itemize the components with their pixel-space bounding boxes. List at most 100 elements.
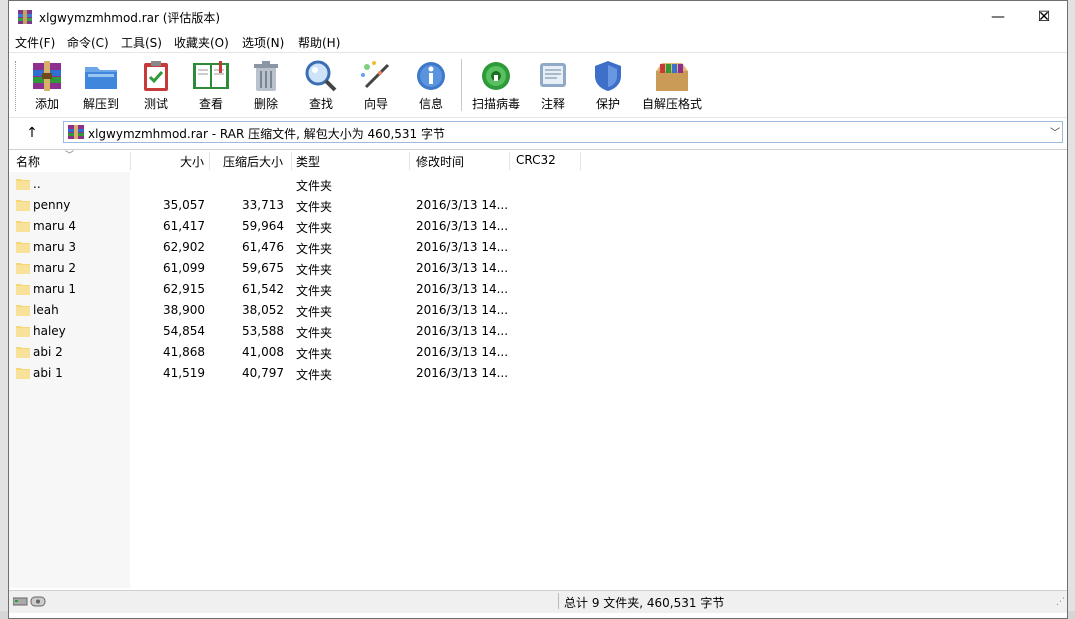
- arrow-up-icon: ↑: [26, 125, 38, 141]
- file-size: 41,519: [163, 366, 205, 380]
- file-packed-size: 53,588: [242, 324, 284, 338]
- file-type: 文件夹: [296, 284, 333, 298]
- toolbar-find-button[interactable]: 查找: [293, 57, 349, 115]
- file-row[interactable]: haley 54,854 53,588 文件夹 2016/3/13 14...: [9, 321, 609, 342]
- file-list: 名称 ﹀ 大小 压缩后大小 类型 修改时间 CRC32 .. 文件夹 penny 35…: [9, 149, 1067, 588]
- column-divider[interactable]: [409, 152, 410, 170]
- winrar-app-icon: [18, 10, 32, 24]
- up-folder-button[interactable]: ↑: [23, 124, 41, 142]
- column-header-crc[interactable]: CRC32: [516, 153, 556, 167]
- toolbar-sfx-button[interactable]: 自解压格式: [637, 57, 707, 115]
- status-bar: 总计 9 文件夹, 460,531 字节 ⋰: [9, 590, 1067, 613]
- address-field[interactable]: xlgwymzmhmod.rar - RAR 压缩文件, 解包大小为 460,5…: [63, 121, 1063, 143]
- column-divider[interactable]: [209, 152, 210, 170]
- background-desktop-left: [0, 0, 8, 619]
- shield-icon: [595, 61, 621, 91]
- toolbar-info-button[interactable]: 信息: [403, 57, 459, 115]
- rar-file-icon: [68, 125, 84, 139]
- file-type: 文件夹: [296, 263, 333, 277]
- file-name: leah: [33, 303, 59, 317]
- toolbar-comment-button[interactable]: 注释: [525, 57, 581, 115]
- file-row[interactable]: abi 1 41,519 40,797 文件夹 2016/3/13 14...: [9, 363, 609, 384]
- column-header-row: 名称 ﹀ 大小 压缩后大小 类型 修改时间 CRC32: [9, 150, 1067, 172]
- close-button[interactable]: ✕: [1021, 1, 1067, 32]
- file-size: 54,854: [163, 324, 205, 338]
- folder-icon: [16, 263, 30, 274]
- file-name: ..: [33, 177, 41, 191]
- trash-icon: [254, 61, 278, 91]
- file-size: 35,057: [163, 198, 205, 212]
- menu-favorites[interactable]: 收藏夹(O): [174, 34, 229, 51]
- folder-icon: [16, 200, 30, 211]
- folder-icon: [16, 347, 30, 358]
- wizard-wand-icon: [361, 61, 390, 89]
- folder-icon: [16, 284, 30, 295]
- toolbar-scan-virus-button[interactable]: 扫描病毒: [468, 57, 524, 115]
- toolbar-protect-button[interactable]: 保护: [580, 57, 636, 115]
- toolbar-separator: [461, 59, 462, 111]
- toolbar-delete-button[interactable]: 删除: [238, 57, 294, 115]
- file-row[interactable]: maru 2 61,099 59,675 文件夹 2016/3/13 14...: [9, 258, 609, 279]
- file-row[interactable]: maru 3 62,902 61,476 文件夹 2016/3/13 14...: [9, 237, 609, 258]
- file-size: 61,099: [163, 261, 205, 275]
- file-row[interactable]: penny 35,057 33,713 文件夹 2016/3/13 14...: [9, 195, 609, 216]
- column-divider[interactable]: [291, 152, 292, 170]
- resize-grip-icon[interactable]: ⋰: [1056, 597, 1065, 607]
- file-row[interactable]: .. 文件夹: [9, 174, 609, 195]
- title-bar[interactable]: xlgwymzmhmod.rar (评估版本) — ☐ ✕: [9, 1, 1067, 32]
- toolbar: 添加 解压到 测试 查看 删除 查找 向导 信息 扫描病毒 注释 保护 自解压格…: [9, 52, 1067, 118]
- file-name: abi 1: [33, 366, 63, 380]
- chevron-down-icon[interactable]: ﹀: [1050, 124, 1060, 139]
- menu-bar: 文件(F) 命令(C) 工具(S) 收藏夹(O) 选项(N) 帮助(H): [9, 32, 1067, 52]
- menu-help[interactable]: 帮助(H): [298, 34, 340, 51]
- column-header-modified[interactable]: 修改时间: [416, 153, 464, 170]
- file-row[interactable]: abi 2 41,868 41,008 文件夹 2016/3/13 14...: [9, 342, 609, 363]
- close-icon: ✕: [1038, 8, 1050, 25]
- info-icon: [417, 62, 445, 90]
- menu-commands[interactable]: 命令(C): [67, 34, 109, 51]
- file-modified: 2016/3/13 14...: [416, 345, 509, 359]
- file-packed-size: 40,797: [242, 366, 284, 380]
- folder-icon: [16, 368, 30, 379]
- column-divider[interactable]: [580, 152, 581, 170]
- file-row[interactable]: leah 38,900 38,052 文件夹 2016/3/13 14...: [9, 300, 609, 321]
- comment-icon: [540, 63, 566, 87]
- folder-icon: [16, 221, 30, 232]
- virus-scan-icon: [482, 62, 510, 90]
- column-divider[interactable]: [509, 152, 510, 170]
- file-packed-size: 38,052: [242, 303, 284, 317]
- file-name: abi 2: [33, 345, 63, 359]
- toolbar-view-label: 查看: [198, 97, 223, 111]
- toolbar-add-button[interactable]: 添加: [19, 57, 75, 115]
- file-type: 文件夹: [296, 179, 333, 193]
- view-book-icon: [193, 61, 229, 89]
- file-modified: 2016/3/13 14...: [416, 324, 509, 338]
- toolbar-delete-label: 删除: [253, 97, 278, 111]
- toolbar-view-button[interactable]: 查看: [183, 57, 239, 115]
- column-header-type[interactable]: 类型: [296, 153, 320, 170]
- column-header-name[interactable]: 名称: [16, 153, 40, 170]
- window-title: xlgwymzmhmod.rar (评估版本): [39, 11, 221, 25]
- folder-icon: [16, 242, 30, 253]
- status-icons: [12, 594, 47, 611]
- toolbar-scan-virus-label: 扫描病毒: [471, 97, 520, 111]
- menu-file[interactable]: 文件(F): [15, 34, 55, 51]
- toolbar-test-button[interactable]: 测试: [128, 57, 184, 115]
- file-row[interactable]: maru 4 61,417 59,964 文件夹 2016/3/13 14...: [9, 216, 609, 237]
- menu-options[interactable]: 选项(N): [242, 34, 284, 51]
- column-header-size[interactable]: 大小: [180, 153, 204, 170]
- file-name: maru 2: [33, 261, 77, 275]
- toolbar-protect-label: 保护: [595, 97, 620, 111]
- menu-tools[interactable]: 工具(S): [121, 34, 162, 51]
- file-row[interactable]: maru 1 62,915 61,542 文件夹 2016/3/13 14...: [9, 279, 609, 300]
- minimize-button[interactable]: —: [975, 1, 1021, 32]
- toolbar-extract-button[interactable]: 解压到: [73, 57, 129, 115]
- toolbar-wizard-button[interactable]: 向导: [348, 57, 404, 115]
- sfx-box-icon: [656, 63, 688, 91]
- column-divider[interactable]: [130, 152, 131, 170]
- drive-icon[interactable]: [12, 594, 47, 608]
- file-size: 62,915: [163, 282, 205, 296]
- column-header-packed[interactable]: 压缩后大小: [223, 153, 283, 170]
- folder-icon: [16, 305, 30, 316]
- sort-chevron-icon: ﹀: [65, 151, 75, 161]
